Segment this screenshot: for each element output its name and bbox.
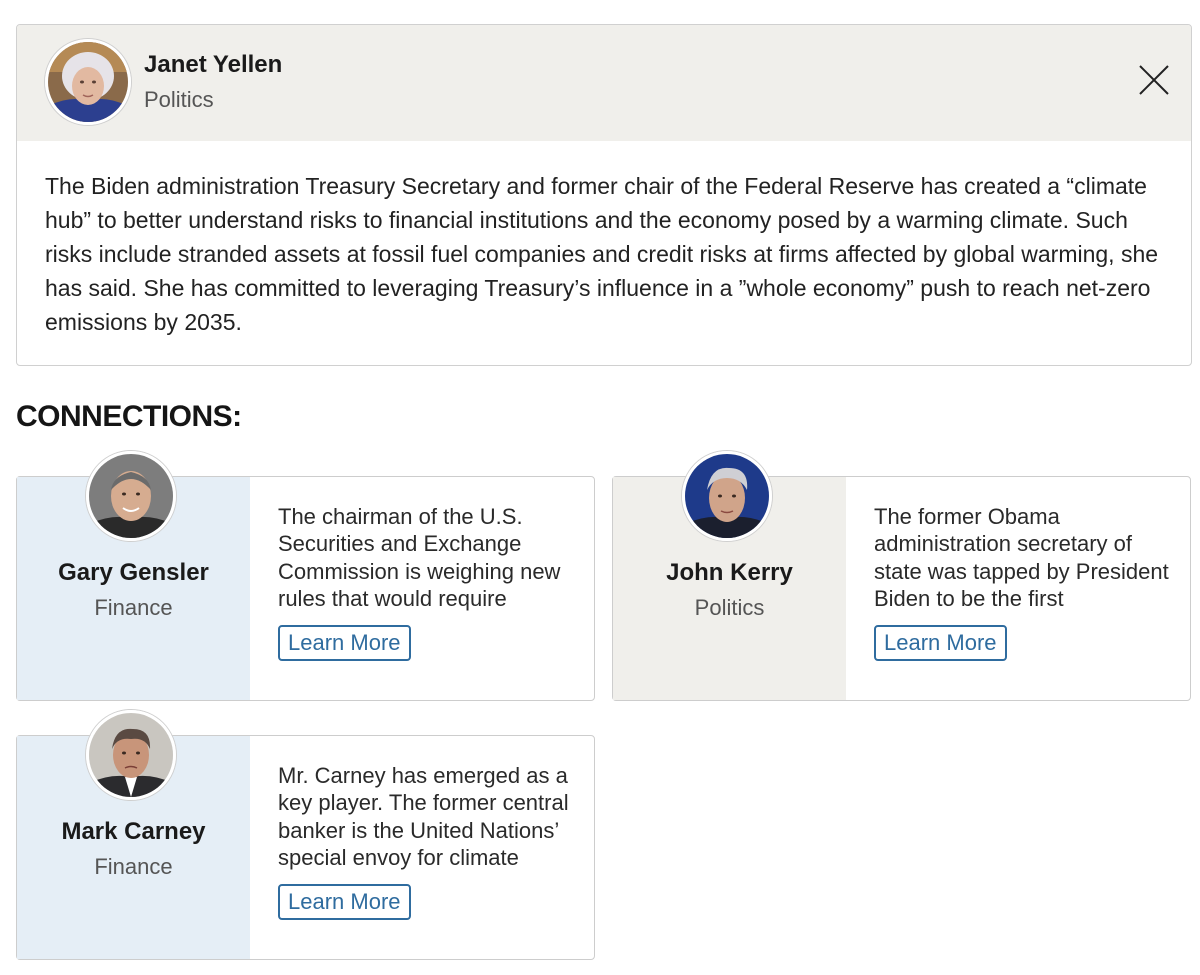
connections-heading: CONNECTIONS: [16, 400, 242, 433]
learn-more-button[interactable]: Learn More [278, 884, 411, 920]
connection-category: Finance [94, 854, 173, 879]
connection-card-john-kerry: John Kerry Politics The former Obama adm… [612, 451, 1191, 701]
connection-card-mark-carney: Mark Carney Finance Mr. Carney has emerg… [16, 710, 595, 960]
profile-card: Janet Yellen Politics The Biden administ… [16, 24, 1192, 366]
avatar-janet-yellen [45, 39, 131, 125]
connection-name: Gary Gensler [58, 559, 209, 586]
learn-more-button[interactable]: Learn More [278, 625, 411, 661]
connection-description: Mr. Carney has emerged as a key player. … [278, 763, 569, 870]
profile-description: The Biden administration Treasury Secret… [45, 173, 1159, 335]
profile-category: Politics [144, 87, 214, 112]
connection-name: Mark Carney [61, 818, 206, 845]
profile-name: Janet Yellen [144, 51, 283, 78]
connection-identity-panel: John Kerry Politics [613, 451, 846, 700]
connection-category: Politics [694, 595, 765, 620]
connection-description: The former Obama administration secretar… [874, 504, 1169, 611]
avatar-gary-gensler [86, 451, 176, 541]
connection-category: Finance [94, 595, 173, 620]
close-icon [1139, 65, 1169, 95]
close-button[interactable] [1137, 63, 1171, 97]
connection-name: John Kerry [666, 559, 793, 586]
connection-description: The chairman of the U.S. Securities and … [278, 504, 561, 611]
connection-identity-panel: Mark Carney Finance [17, 710, 250, 959]
connection-card-gary-gensler: Gary Gensler Finance The chairman of the… [16, 451, 595, 701]
learn-more-button[interactable]: Learn More [874, 625, 1007, 661]
connection-identity-panel: Gary Gensler Finance [17, 451, 250, 700]
avatar-john-kerry [682, 451, 772, 541]
avatar-mark-carney [86, 710, 176, 800]
profile-header: Janet Yellen Politics [17, 25, 1191, 141]
